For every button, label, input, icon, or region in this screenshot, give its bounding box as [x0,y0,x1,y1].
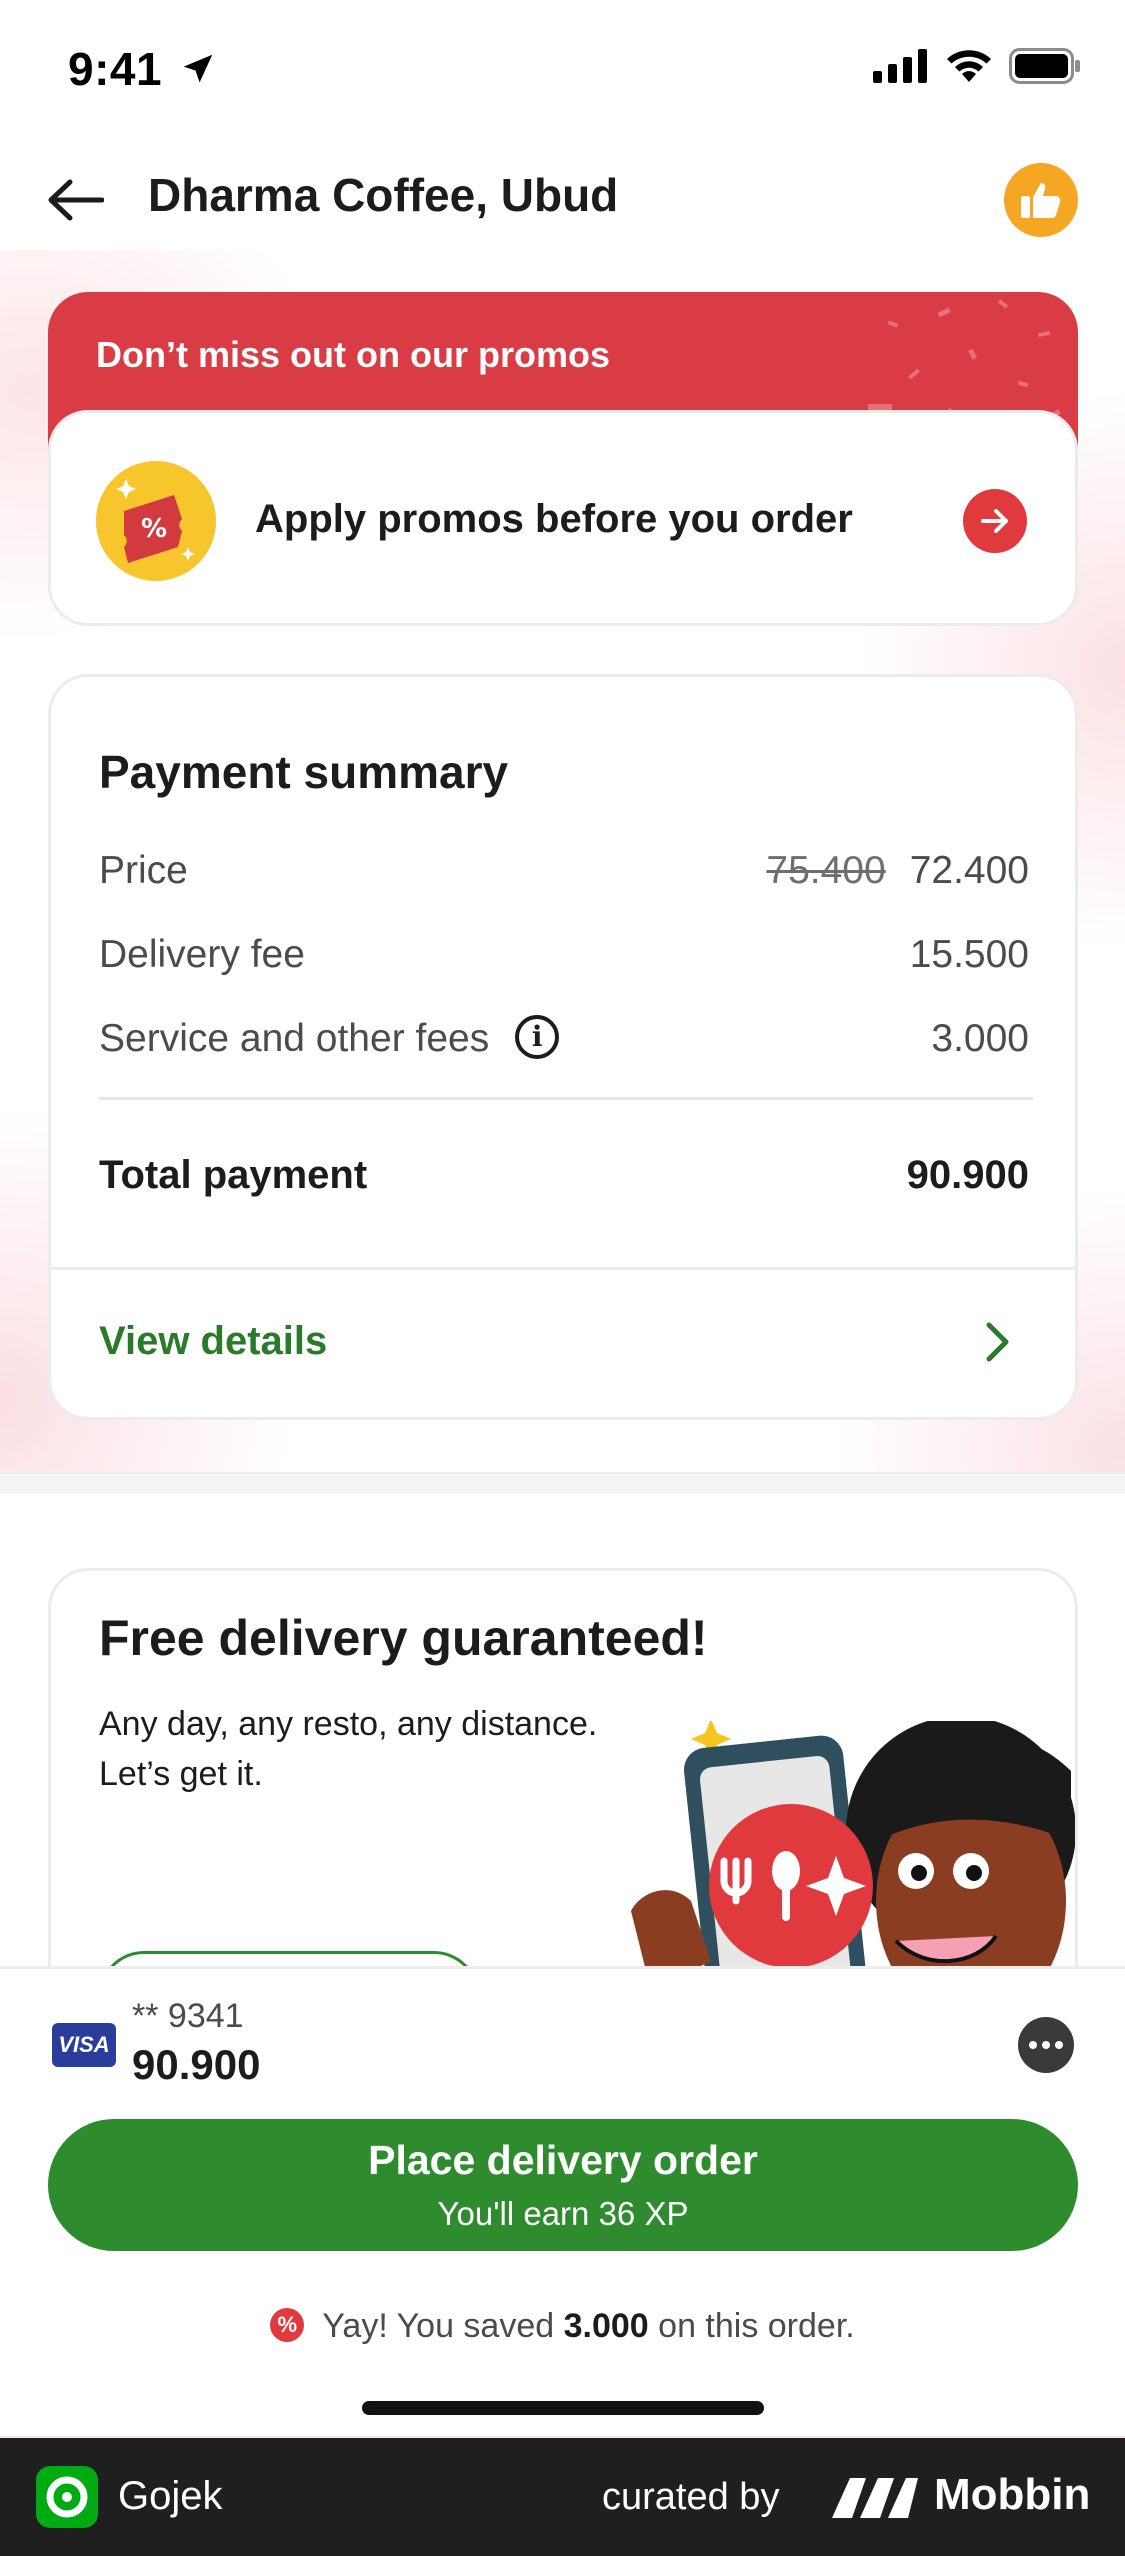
delivery-fee-label: Delivery fee [99,933,305,976]
promo-arrow-button[interactable] [963,489,1027,553]
discount-icon: % [270,2308,305,2343]
arrow-right-icon [981,509,1008,533]
total-payment-value: 90.900 [906,1153,1029,1197]
price-label: Price [99,849,188,892]
view-details-link[interactable]: View details [99,1319,327,1364]
place-order-button[interactable]: Place delivery order You'll earn 36 XP [48,2119,1078,2251]
free-delivery-illustration [631,1721,1075,1988]
footer-bar: Gojek curated by Mobbin [0,2438,1125,2556]
savings-message: % Yay! You saved 3.000 on this order. [0,2307,1125,2346]
gojek-logo-icon [36,2466,98,2528]
checkout-panel: VISA ** 9341 90.900 Place delivery order… [0,1966,1125,2436]
mobbin-logo-icon [832,2478,918,2518]
service-fee-row: Service and other fees i [99,1014,560,1063]
service-fee-value: 3.000 [931,1017,1029,1060]
wifi-icon [947,50,991,82]
divider [99,1097,1033,1100]
card-number-masked[interactable]: ** 9341 [132,1997,244,2036]
cellular-signal-icon [873,49,927,83]
promo-card[interactable]: Don’t miss out on our promos % Apply pro… [48,292,1078,626]
promo-banner-text: Don’t miss out on our promos [96,334,610,375]
back-arrow-icon [48,179,104,221]
payment-summary-card: Payment summary Price 75.400 72.400 Deliv… [48,674,1078,1420]
status-indicators [873,48,1081,84]
total-payment-label: Total payment [99,1153,368,1197]
app-name: Gojek [118,2474,223,2518]
back-button[interactable] [40,165,110,235]
battery-icon [1009,48,1080,84]
home-indicator[interactable] [362,2401,764,2415]
divider [51,1267,1075,1270]
price-original: 75.400 [766,849,886,892]
section-separator [0,1472,1125,1494]
apply-promo-row[interactable]: % Apply promos before you order [48,410,1078,626]
xp-earn-label: You'll earn 36 XP [437,2195,689,2232]
free-delivery-description: Any day, any resto, any distance. Let’s … [99,1705,598,1793]
status-time: 9:41 [68,42,217,96]
price-value: 75.400 72.400 [766,849,1029,893]
curated-by-label: curated by [602,2476,780,2518]
favorite-button[interactable] [1004,163,1078,237]
free-delivery-card: Free delivery guaranteed! Any day, any r… [48,1568,1078,1988]
delivery-fee-value: 15.500 [909,933,1029,976]
price-discounted: 72.400 [909,849,1029,892]
visa-card-icon[interactable]: VISA [52,2023,116,2067]
promo-coupon-icon: % [96,461,216,581]
chevron-right-icon[interactable] [975,1317,1019,1367]
page-title: Dharma Coffee, Ubud [148,169,619,221]
more-options-button[interactable] [1018,2017,1074,2073]
location-arrow-icon [184,54,213,83]
thumbs-up-icon [1021,183,1061,218]
svg-text:%: % [141,514,167,544]
place-order-label: Place delivery order [368,2137,758,2183]
payment-amount: 90.900 [132,2041,261,2088]
apply-promo-label: Apply promos before you order [255,497,853,541]
free-delivery-title: Free delivery guaranteed! [99,1610,708,1666]
payment-summary-title: Payment summary [99,746,509,798]
info-icon[interactable]: i [515,1014,560,1059]
brand-name: Mobbin [934,2470,1091,2519]
more-dots-icon [1029,2041,1037,2049]
saved-amount: 3.000 [563,2307,649,2345]
service-fee-label: Service and other fees [99,1017,490,1060]
